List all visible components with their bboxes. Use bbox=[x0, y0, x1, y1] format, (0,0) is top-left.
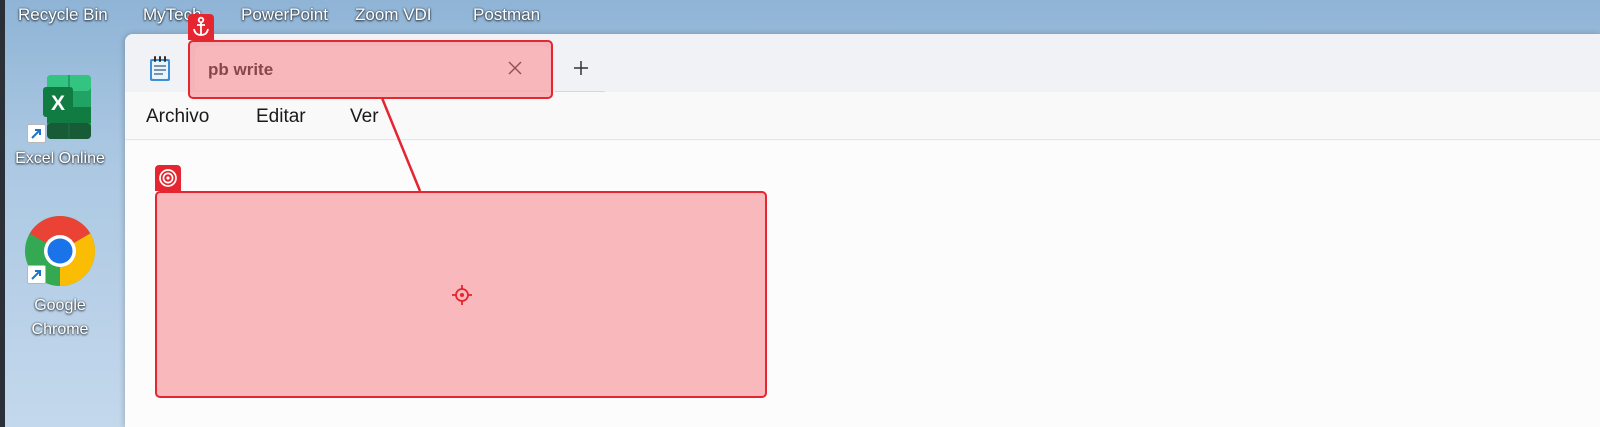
target-icon bbox=[155, 165, 181, 191]
anchor-icon bbox=[188, 14, 214, 40]
crosshair-icon bbox=[452, 285, 472, 305]
annotation-target-box bbox=[155, 191, 767, 398]
annotation-anchor-box bbox=[188, 40, 553, 99]
